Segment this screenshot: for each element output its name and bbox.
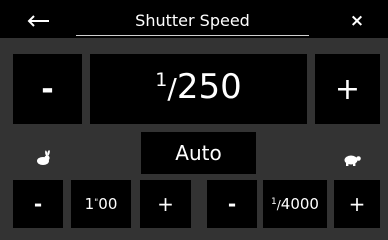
max-limit-denominator: 4000 <box>280 195 319 213</box>
min-minus-label: - <box>33 192 43 216</box>
min-limit-value-text: 1"00 <box>85 195 118 213</box>
min-limit-value: 1"00 <box>71 180 131 228</box>
rabbit-icon <box>34 150 52 166</box>
auto-mode-label: Auto <box>175 141 222 165</box>
shutter-value-denominator: 250 <box>176 66 242 107</box>
min-limit-whole: 1 <box>84 195 95 213</box>
shutter-minus-button[interactable]: - <box>13 54 82 124</box>
max-limit-value-text: 1/4000 <box>271 195 319 213</box>
shutter-value-display: 1/250 <box>90 54 307 124</box>
max-limit-value: 1/4000 <box>263 180 327 228</box>
left-arrow-icon <box>27 15 49 27</box>
back-button[interactable] <box>9 8 67 34</box>
close-button[interactable]: × <box>333 8 381 34</box>
fraction-slash: / <box>167 71 177 105</box>
turtle-icon <box>342 152 362 166</box>
min-limit-plus-button[interactable]: + <box>140 180 191 228</box>
max-limit-plus-button[interactable]: + <box>334 180 380 228</box>
auto-mode-button[interactable]: Auto <box>141 132 256 174</box>
max-minus-label: - <box>227 192 237 216</box>
minus-label: - <box>41 71 54 107</box>
min-limit-minus-button[interactable]: - <box>13 180 63 228</box>
max-limit-numerator: 1 <box>271 197 277 207</box>
shutter-plus-button[interactable]: + <box>315 54 380 124</box>
title-underline <box>76 35 309 36</box>
page-title: Shutter Speed <box>76 6 309 34</box>
plus-label: + <box>334 71 361 107</box>
min-limit-fraction: 00 <box>98 195 118 213</box>
max-plus-label: + <box>348 192 366 216</box>
page-title-text: Shutter Speed <box>135 10 250 30</box>
min-limit-quote: " <box>94 198 99 208</box>
close-icon: × <box>349 11 365 31</box>
shutter-value: 1/250 <box>155 66 242 109</box>
min-plus-label: + <box>157 192 174 216</box>
shutter-value-numerator: 1 <box>155 68 168 91</box>
max-limit-minus-button[interactable]: - <box>207 180 257 228</box>
